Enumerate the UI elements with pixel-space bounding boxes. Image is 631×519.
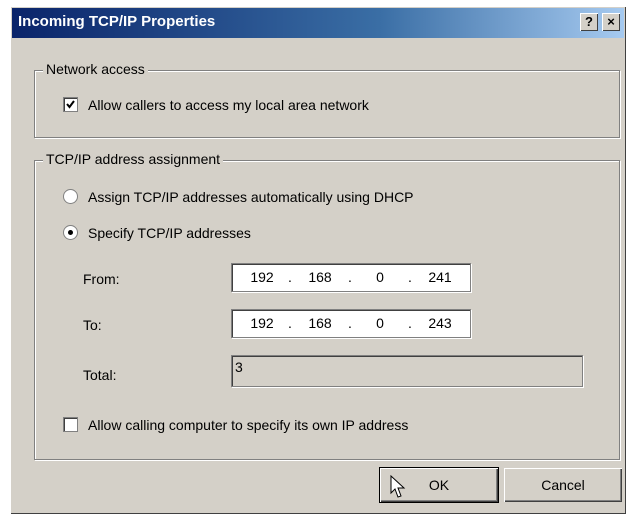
from-octet-1[interactable]: 192 — [240, 269, 284, 285]
tcpip-assignment-legend: TCP/IP address assignment — [43, 151, 224, 167]
from-ip-field[interactable]: 192 . 168 . 0 . 241 — [231, 263, 471, 292]
specify-radio[interactable] — [63, 225, 78, 240]
allow-callers-label: Allow callers to access my local area ne… — [88, 97, 369, 113]
dhcp-option-row[interactable]: Assign TCP/IP addresses automatically us… — [63, 189, 414, 205]
checkmark-icon — [66, 100, 75, 109]
close-button[interactable]: × — [602, 13, 620, 31]
network-access-legend: Network access — [43, 61, 148, 77]
arrow-cursor-icon — [390, 475, 406, 498]
total-value: 3 — [235, 359, 243, 375]
allow-callers-row[interactable]: Allow callers to access my local area ne… — [63, 97, 369, 113]
tcpip-properties-dialog: Incoming TCP/IP Properties ? × Network a… — [10, 6, 626, 514]
ip-separator: . — [408, 269, 412, 285]
ip-separator: . — [408, 315, 412, 331]
dhcp-radio[interactable] — [63, 189, 78, 204]
allow-callers-checkbox[interactable] — [63, 97, 78, 112]
from-octet-4[interactable]: 241 — [418, 269, 462, 285]
allow-own-ip-label: Allow calling computer to specify its ow… — [88, 417, 409, 433]
dhcp-option-label: Assign TCP/IP addresses automatically us… — [88, 189, 414, 205]
total-label: Total: — [83, 367, 117, 383]
cancel-button[interactable]: Cancel — [504, 468, 622, 502]
ok-button[interactable]: OK — [379, 467, 499, 503]
to-octet-3[interactable]: 0 — [358, 315, 402, 331]
to-octet-4[interactable]: 243 — [418, 315, 462, 331]
specify-option-label: Specify TCP/IP addresses — [88, 225, 251, 241]
allow-own-ip-row[interactable]: Allow calling computer to specify its ow… — [63, 417, 408, 433]
allow-own-ip-checkbox[interactable] — [63, 417, 78, 432]
from-octet-2[interactable]: 168 — [298, 269, 342, 285]
network-access-group: Network access Allow callers to access m… — [34, 61, 620, 138]
from-octet-3[interactable]: 0 — [358, 269, 402, 285]
specify-option-row[interactable]: Specify TCP/IP addresses — [63, 225, 251, 241]
help-button[interactable]: ? — [580, 13, 598, 31]
from-label: From: — [83, 271, 120, 287]
to-octet-1[interactable]: 192 — [240, 315, 284, 331]
ip-separator: . — [288, 269, 292, 285]
ip-separator: . — [348, 269, 352, 285]
tcpip-assignment-group: TCP/IP address assignment Assign TCP/IP … — [34, 151, 620, 460]
to-label: To: — [83, 317, 102, 333]
title-bar[interactable]: Incoming TCP/IP Properties ? × — [12, 8, 624, 38]
total-field: 3 — [231, 355, 583, 387]
ip-separator: . — [288, 315, 292, 331]
to-octet-2[interactable]: 168 — [298, 315, 342, 331]
cancel-button-label: Cancel — [541, 477, 585, 493]
ip-separator: . — [348, 315, 352, 331]
window-title: Incoming TCP/IP Properties — [18, 13, 216, 30]
to-ip-field[interactable]: 192 . 168 . 0 . 243 — [231, 309, 471, 338]
ok-button-label: OK — [428, 477, 450, 493]
